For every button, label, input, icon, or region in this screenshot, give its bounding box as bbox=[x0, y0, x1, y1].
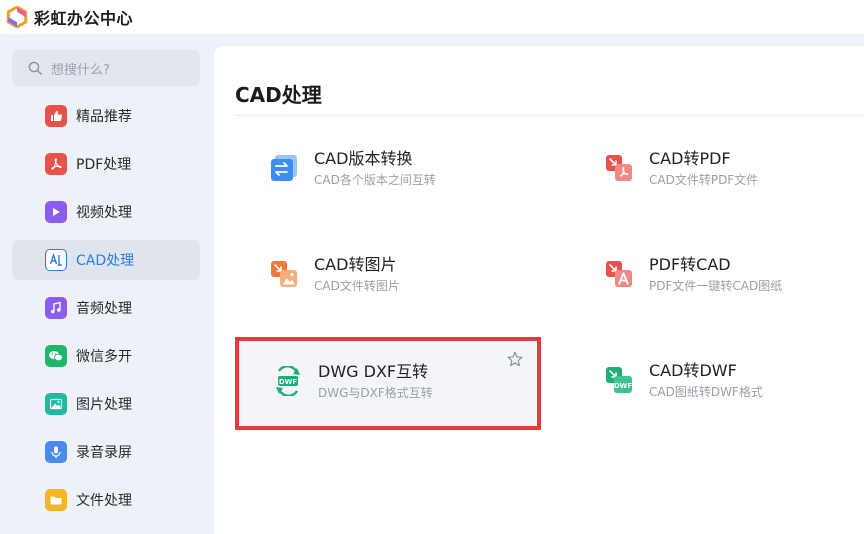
search-placeholder: 想搜什么? bbox=[51, 62, 110, 78]
sidebar-item-image[interactable]: 图片处理 bbox=[12, 384, 200, 424]
tool-description: PDF文件一键转CAD图纸 bbox=[649, 279, 783, 293]
tool-title: CAD转PDF bbox=[649, 149, 731, 168]
sidebar: 想搜什么? 精品推荐 PDF处理 视频处理 CAD处理 音频处理 微信多开 图片… bbox=[0, 34, 214, 534]
cad-to-dwf-icon: DWF bbox=[604, 365, 634, 395]
tool-pdf-to-cad[interactable]: PDF转CAD PDF文件一键转CAD图纸 bbox=[570, 234, 864, 322]
sidebar-item-wechat[interactable]: 微信多开 bbox=[12, 336, 200, 376]
sidebar-item-file[interactable]: 文件处理 bbox=[12, 480, 200, 520]
play-icon bbox=[45, 201, 67, 223]
tool-description: CAD图纸转DWF格式 bbox=[649, 385, 763, 399]
cad-to-pdf-icon bbox=[604, 153, 634, 183]
dwg-dxf-icon: DWF bbox=[273, 365, 303, 397]
tool-cad-to-pdf[interactable]: CAD转PDF CAD文件转PDF文件 bbox=[570, 128, 864, 216]
microphone-icon bbox=[45, 441, 67, 463]
tool-title: CAD转DWF bbox=[649, 361, 737, 380]
music-note-icon bbox=[45, 297, 67, 319]
pdf-to-cad-icon bbox=[604, 259, 634, 289]
svg-text:DWF: DWF bbox=[614, 382, 633, 390]
app-logo-icon bbox=[6, 6, 28, 28]
tool-description: CAD文件转图片 bbox=[314, 279, 400, 293]
search-icon bbox=[28, 61, 42, 75]
sidebar-item-featured[interactable]: 精品推荐 bbox=[12, 96, 200, 136]
tool-title: PDF转CAD bbox=[649, 255, 731, 274]
sidebar-item-pdf[interactable]: PDF处理 bbox=[12, 144, 200, 184]
tool-description: DWG与DXF格式互转 bbox=[318, 386, 433, 400]
tool-title: CAD转图片 bbox=[314, 255, 397, 274]
tool-cad-version-convert[interactable]: CAD版本转换 CAD各个版本之间互转 bbox=[235, 128, 537, 216]
cad-to-image-icon bbox=[269, 259, 299, 289]
page-title: CAD处理 bbox=[235, 83, 322, 107]
version-convert-icon bbox=[269, 153, 299, 183]
tool-cad-to-image[interactable]: CAD转图片 CAD文件转图片 bbox=[235, 234, 537, 322]
tool-dwg-dxf-convert[interactable]: DWF DWG DXF互转 DWG与DXF格式互转 bbox=[239, 341, 541, 429]
wechat-icon bbox=[45, 345, 67, 367]
cad-icon bbox=[45, 249, 67, 271]
svg-text:DWF: DWF bbox=[279, 378, 298, 386]
sidebar-item-recording[interactable]: 录音录屏 bbox=[12, 432, 200, 472]
search-input[interactable]: 想搜什么? bbox=[12, 50, 200, 86]
tool-title: DWG DXF互转 bbox=[318, 362, 429, 381]
tool-description: CAD各个版本之间互转 bbox=[314, 173, 436, 187]
divider bbox=[235, 115, 864, 116]
thumbs-up-icon bbox=[45, 105, 67, 127]
tool-cad-to-dwf[interactable]: DWF CAD转DWF CAD图纸转DWF格式 bbox=[570, 340, 864, 428]
tool-description: CAD文件转PDF文件 bbox=[649, 173, 759, 187]
app-title: 彩虹办公中心 bbox=[34, 9, 134, 28]
favorite-star-icon[interactable] bbox=[507, 351, 523, 367]
sidebar-item-audio[interactable]: 音频处理 bbox=[12, 288, 200, 328]
sidebar-item-cad[interactable]: CAD处理 bbox=[12, 240, 200, 280]
pdf-icon bbox=[45, 153, 67, 175]
sidebar-item-video[interactable]: 视频处理 bbox=[12, 192, 200, 232]
tool-title: CAD版本转换 bbox=[314, 149, 413, 168]
main-panel: CAD处理 CAD版本转换 CAD各个版本之间互转 CAD转PDF CAD文件转… bbox=[214, 46, 864, 534]
image-icon bbox=[45, 393, 67, 415]
folder-icon bbox=[45, 489, 67, 511]
title-bar: 彩虹办公中心 bbox=[0, 0, 864, 34]
